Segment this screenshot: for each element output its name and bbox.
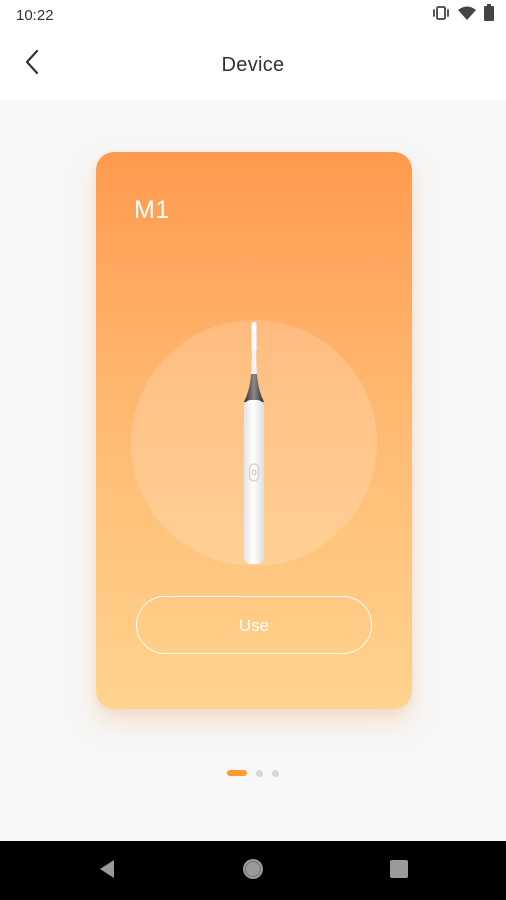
recents-square-icon [389, 859, 409, 884]
nav-back-button[interactable] [92, 856, 122, 886]
nav-recents-button[interactable] [384, 856, 414, 886]
back-triangle-icon [98, 859, 116, 884]
home-circle-icon [241, 857, 265, 886]
page-dot-3[interactable] [272, 769, 279, 777]
system-nav-bar [0, 841, 506, 900]
page-dot-1[interactable] [227, 770, 247, 776]
vibrate-icon [432, 5, 450, 25]
status-icons [432, 4, 494, 26]
status-time: 10:22 [16, 7, 54, 24]
device-carousel[interactable]: M1 Use [0, 100, 506, 841]
page-dot-2[interactable] [256, 769, 263, 777]
use-button[interactable]: Use [136, 596, 372, 654]
device-name: M1 [134, 196, 170, 224]
device-card[interactable]: M1 Use [96, 152, 412, 709]
app-bar: Device [0, 30, 506, 100]
toothbrush-image [234, 320, 274, 566]
page-indicator [0, 768, 506, 778]
nav-home-button[interactable] [238, 856, 268, 886]
status-bar: 10:22 [0, 0, 506, 30]
battery-icon [484, 4, 494, 26]
page-title: Device [221, 54, 285, 76]
wifi-icon [458, 6, 476, 25]
